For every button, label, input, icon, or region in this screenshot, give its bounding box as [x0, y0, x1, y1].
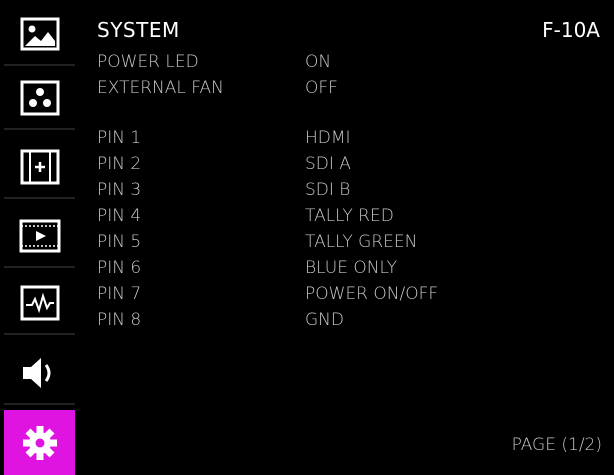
page-indicator: PAGE (1/2) — [511, 435, 602, 455]
setting-row-pin-1[interactable]: PIN 1 HDMI — [97, 128, 597, 150]
tab-marker[interactable] — [4, 137, 75, 199]
tab-picture[interactable] — [4, 4, 75, 66]
setting-label: PIN 2 — [97, 154, 142, 174]
speaker-icon — [22, 358, 50, 388]
setting-row-external-fan[interactable]: EXTERNAL FAN OFF — [97, 78, 597, 100]
setting-row-power-led[interactable]: POWER LED ON — [97, 52, 597, 74]
setting-label: PIN 4 — [97, 206, 142, 226]
tab-function[interactable] — [4, 206, 75, 268]
setting-label: PIN 6 — [97, 258, 142, 278]
waveform-icon — [20, 285, 59, 321]
picture-icon — [20, 17, 59, 51]
page-title: SYSTEM — [97, 18, 180, 42]
setting-value: TALLY RED — [305, 206, 394, 226]
model-name: F-10A — [542, 18, 600, 42]
tab-system[interactable] — [4, 410, 75, 475]
setting-value: HDMI — [305, 128, 351, 148]
setting-value: POWER ON/OFF — [305, 284, 439, 304]
setting-row-pin-2[interactable]: PIN 2 SDI A — [97, 154, 597, 176]
setting-value: BLUE ONLY — [305, 258, 398, 278]
film-play-icon — [19, 219, 60, 253]
tab-scope[interactable] — [4, 273, 75, 335]
setting-label: PIN 8 — [97, 310, 142, 330]
aspect-marker-icon — [20, 149, 59, 185]
setting-value: SDI A — [305, 154, 351, 174]
setting-label: PIN 5 — [97, 232, 142, 252]
setting-value: OFF — [305, 78, 338, 98]
setting-value: GND — [305, 310, 344, 330]
tab-color[interactable] — [4, 68, 75, 130]
setting-row-pin-4[interactable]: PIN 4 TALLY RED — [97, 206, 597, 228]
tab-audio[interactable] — [4, 343, 75, 405]
setting-value: ON — [305, 52, 332, 72]
setting-row-pin-7[interactable]: PIN 7 POWER ON/OFF — [97, 284, 597, 306]
setting-row-pin-5[interactable]: PIN 5 TALLY GREEN — [97, 232, 597, 254]
setting-label: PIN 3 — [97, 180, 142, 200]
setting-label: POWER LED — [97, 52, 199, 72]
system-panel: SYSTEM F-10A POWER LED ON EXTERNAL FAN O… — [79, 0, 614, 475]
setting-label: EXTERNAL FAN — [97, 78, 224, 98]
setting-label: PIN 1 — [97, 128, 142, 148]
gear-icon — [22, 425, 57, 460]
setting-row-pin-6[interactable]: PIN 6 BLUE ONLY — [97, 258, 597, 280]
color-dots-icon — [20, 80, 59, 116]
setting-label: PIN 7 — [97, 284, 142, 304]
setting-value: TALLY GREEN — [305, 232, 418, 252]
setting-row-pin-3[interactable]: PIN 3 SDI B — [97, 180, 597, 202]
sidebar-tabs — [0, 0, 79, 475]
setting-value: SDI B — [305, 180, 351, 200]
setting-row-pin-8[interactable]: PIN 8 GND — [97, 310, 597, 332]
